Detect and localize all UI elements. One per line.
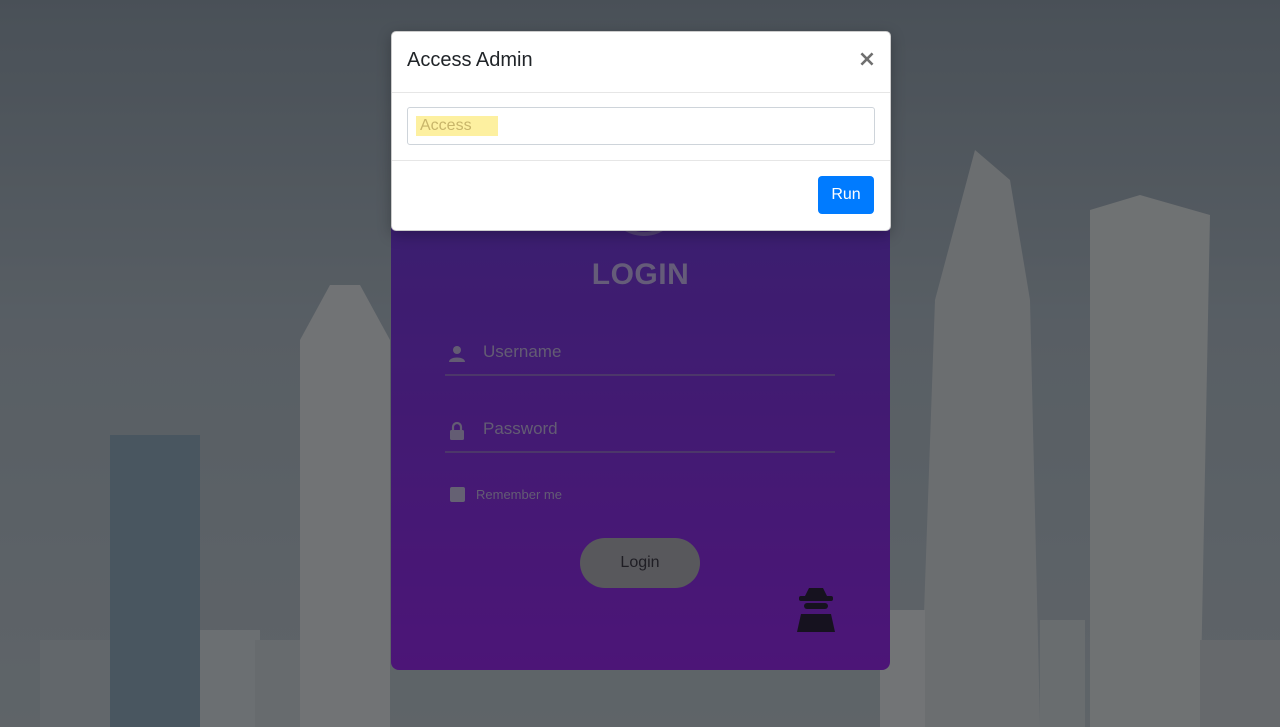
modal-body: Access bbox=[392, 93, 890, 161]
close-icon[interactable]: × bbox=[856, 47, 878, 73]
modal-header: Access Admin × bbox=[392, 32, 890, 93]
access-placeholder: Access bbox=[420, 117, 472, 134]
run-button[interactable]: Run bbox=[818, 176, 874, 214]
modal-title: Access Admin bbox=[407, 49, 533, 71]
access-input[interactable]: Access bbox=[407, 107, 875, 145]
access-admin-modal: Access Admin × Access Run bbox=[391, 31, 891, 231]
